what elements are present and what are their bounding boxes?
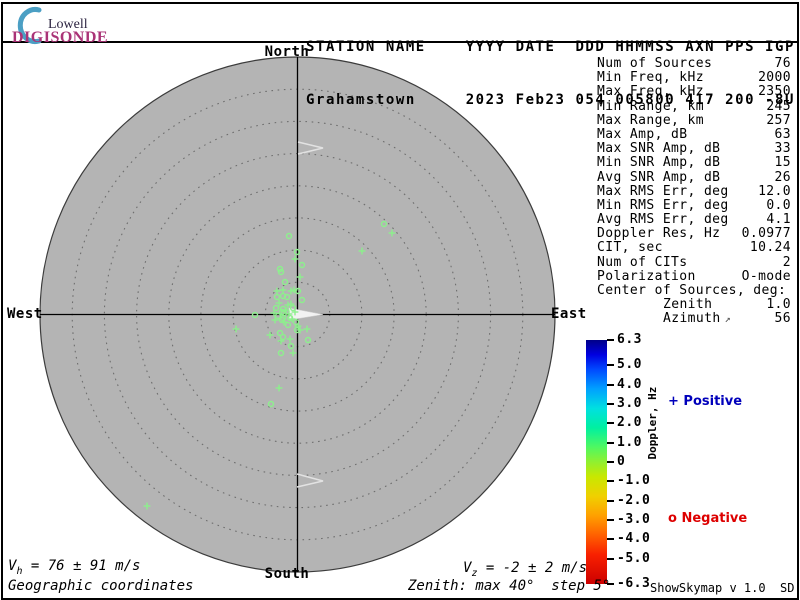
stat-row: Polarization O-mode <box>597 268 791 284</box>
compass-label-north: North <box>264 44 310 60</box>
colorbar-tick-label: -3.0 <box>617 512 651 528</box>
stat-value: 26 <box>774 169 791 185</box>
vertical-velocity-value: Vz = -2 ± 2 m/s <box>463 560 588 579</box>
azimuth-direction-icon: ↗ <box>724 314 732 326</box>
stat-value: 257 <box>766 112 791 128</box>
stat-row: Num of CITs 2 <box>597 254 791 270</box>
stat-value: 33 <box>774 141 791 157</box>
stat-label: Min Freq, kHz <box>597 70 704 86</box>
colorbar-tick <box>607 339 614 341</box>
stat-value: 245 <box>766 98 791 114</box>
colorbar-tick-label: -5.0 <box>617 550 651 566</box>
stat-row: Max RMS Err, deg 12.0 <box>597 183 791 199</box>
stat-label: Num of Sources <box>597 56 713 71</box>
stats-panel: Num of Sources 76 Min Freq, kHz 2000 Max F… <box>597 56 791 327</box>
colorbar-tick <box>607 519 614 522</box>
stat-value: 76 <box>774 56 791 71</box>
colorbar-gradient <box>586 340 607 584</box>
stat-value: O-mode <box>741 268 791 284</box>
stat-row-zenith: Zenith 1.0 <box>597 297 791 313</box>
stat-value: 2000 <box>758 70 791 86</box>
lowell-digisonde-logo: Lowell DIGISONDE <box>6 4 186 46</box>
zenith-scale-info: Zenith: max 40° step 5° <box>408 578 611 594</box>
stat-value: 2 <box>782 254 791 270</box>
stat-label: Min Range, km <box>597 98 704 114</box>
stat-value: 4.1 <box>766 212 791 228</box>
stat-label: Num of CITs <box>597 254 688 270</box>
logo-digisonde-text: DIGISONDE <box>12 29 109 46</box>
colorbar-tick-label: -6.3 <box>617 576 651 591</box>
colorbar-tick <box>607 480 614 483</box>
legend-negative: o Negative <box>668 511 748 526</box>
compass-label-south: South <box>264 566 310 582</box>
stat-value: 1.0 <box>766 297 791 313</box>
stat-label: Doppler Res, Hz <box>597 226 721 242</box>
stat-row: Avg SNR Amp, dB 26 <box>597 169 791 185</box>
stat-row: CIT, sec 10.24 <box>597 241 791 255</box>
stat-label: Max Range, km <box>597 112 704 128</box>
stat-label: Zenith <box>663 297 713 313</box>
colorbar-tick <box>607 499 614 502</box>
colorbar-tick <box>607 402 614 405</box>
colorbar-tick-label: 4.0 <box>617 376 642 392</box>
stat-label: Max Amp, dB <box>597 126 688 142</box>
colorbar-tick-label: -4.0 <box>617 531 651 547</box>
horizontal-velocity-value: Vh = 76 ± 91 m/s <box>8 558 141 577</box>
stat-label: Max RMS Err, deg <box>597 183 729 199</box>
colorbar-tick-label: 6.3 <box>617 332 642 347</box>
stat-row: Min RMS Err, deg 0.0 <box>597 197 791 213</box>
stat-value: 10.24 <box>749 240 791 256</box>
colorbar-tick <box>607 538 614 541</box>
stat-row: Doppler Res, Hz 0.0977 <box>597 227 791 241</box>
colorbar-tick <box>607 461 614 463</box>
stat-row: Num of Sources 76 <box>597 56 791 71</box>
colorbar-axis-label: Doppler, Hz <box>646 386 659 460</box>
stat-center-header: Center of Sources, deg: <box>597 283 787 298</box>
legend-positive: + Positive <box>668 394 743 409</box>
colorbar-tick-label: 1.0 <box>617 434 642 450</box>
stat-value: 2350 <box>758 84 791 100</box>
stat-row-azimuth: Azimuth ↗ 56 <box>597 312 791 326</box>
stat-value: 63 <box>774 126 791 142</box>
compass-label-east: East <box>551 306 587 322</box>
stat-label: Max Freq, kHz <box>597 84 704 100</box>
stat-label: Min SNR Amp, dB <box>597 155 721 171</box>
stat-label: Avg RMS Err, deg <box>597 212 729 228</box>
stat-value: 0.0977 <box>741 226 791 242</box>
stat-label: Max SNR Amp, dB <box>597 141 721 157</box>
colorbar-tick <box>607 441 614 444</box>
stat-value: 0.0 <box>766 197 791 213</box>
colorbar-tick-label: 3.0 <box>617 395 642 411</box>
colorbar-tick <box>607 383 614 386</box>
doppler-colorbar: 6.3 5.0 4.0 3.0 2.0 1.0 0 -1.0 -2.0 -3.0 -4.0 -5.0-… <box>586 332 650 591</box>
stat-label: CIT, sec <box>597 240 663 256</box>
stat-row: Max SNR Amp, dB 33 <box>597 141 791 157</box>
stat-label: Azimuth ↗ <box>663 311 732 327</box>
colorbar-tick <box>607 557 614 560</box>
stat-value: 56 <box>774 311 791 327</box>
stat-label: Polarization <box>597 268 696 284</box>
software-version: ShowSkymap v 1.0 SD v 5.1 <box>650 581 795 595</box>
colorbar-tick-label: 5.0 <box>617 357 642 373</box>
stat-row: Min Range, km 245 <box>597 98 791 114</box>
stat-value: 15 <box>774 155 791 171</box>
stat-row: Min SNR Amp, dB 15 <box>597 156 791 170</box>
compass-label-west: West <box>7 306 43 322</box>
stat-row: Max Freq, kHz 2350 <box>597 85 791 99</box>
stat-label: Avg SNR Amp, dB <box>597 169 721 185</box>
colorbar-tick-label: 2.0 <box>617 415 642 431</box>
stat-label: Min RMS Err, deg <box>597 197 729 213</box>
colorbar-tick-label: 0 <box>617 454 626 469</box>
stat-row: Max Range, km 257 <box>597 112 791 128</box>
stat-row: Min Freq, kHz 2000 <box>597 70 791 86</box>
coordinate-system-label: Geographic coordinates <box>8 578 194 594</box>
stat-row: Avg RMS Err, deg 4.1 <box>597 212 791 228</box>
stat-value: 12.0 <box>758 183 791 199</box>
stat-row: Max Amp, dB 63 <box>597 126 791 142</box>
station-header-columns: STATION NAME YYYY DATE DDD HHMMSS AXN PP… <box>306 39 795 55</box>
colorbar-tick <box>607 422 614 425</box>
colorbar-tick <box>607 364 614 367</box>
